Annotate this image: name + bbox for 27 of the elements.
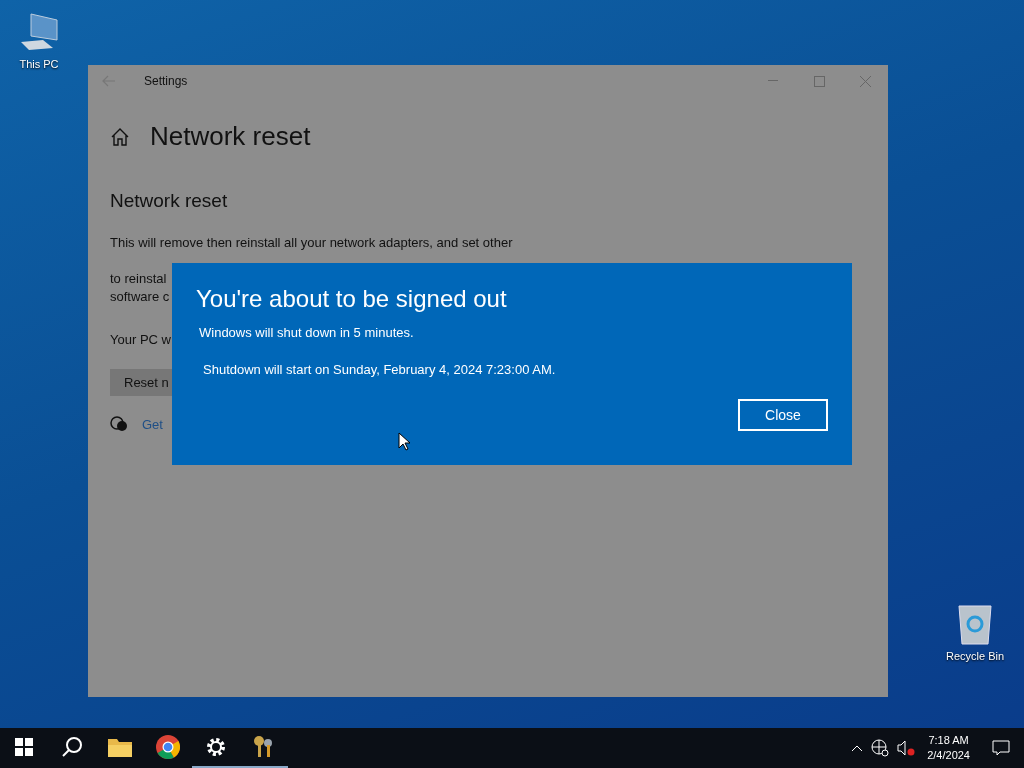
chat-icon [110,416,128,432]
network-icon[interactable] [871,739,890,757]
windows-start-icon[interactable] [15,738,33,756]
dialog-message: Windows will shut down in 5 minutes. [199,325,414,340]
close-button[interactable]: Close [738,399,828,431]
home-icon[interactable] [110,126,130,147]
pointer-icon [398,432,410,451]
icon-label: This PC [19,58,59,70]
icon-label: Recycle Bin [945,650,1005,662]
description-text: This will remove then reinstall all your network adapters, and set other [110,234,513,252]
dialog-title: You're about to be signed out [196,285,507,313]
chevron-up-icon[interactable] [851,744,864,752]
notification-icon[interactable] [992,740,1010,756]
search-icon[interactable] [61,736,83,758]
description-text: to reinstal [110,270,167,288]
window-title: Settings [144,74,188,88]
dialog-detail: Shutdown will start on Sunday, February 4, 2024 7:23:00 AM. [203,362,556,377]
description-text: software c [110,288,170,306]
section-title: Network reset [110,190,229,212]
gear-icon[interactable] [205,736,227,758]
status-text: Your PC w [110,332,171,347]
volume-muted-icon[interactable] [897,740,916,756]
folder-icon[interactable] [108,737,132,757]
clock[interactable]: 7:18 AM 2/4/2024 [927,733,970,763]
page-title: Network reset [150,121,311,152]
browser-icon[interactable] [156,735,180,759]
recycle-bin-icon [955,602,995,646]
